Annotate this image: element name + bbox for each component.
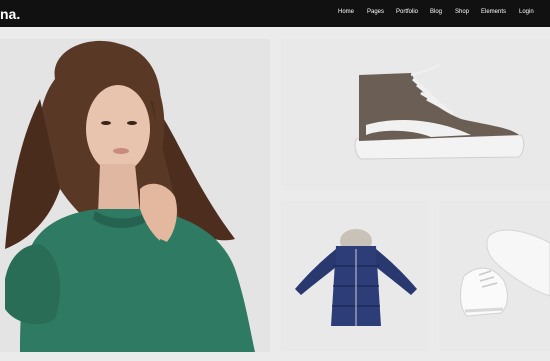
white-sneakers-image: [439, 201, 550, 351]
product-tile-jacket[interactable]: [281, 201, 428, 351]
nav-item-home[interactable]: Home: [338, 9, 354, 15]
nav-item-blog[interactable]: Blog: [430, 9, 442, 15]
nav-item-elements[interactable]: Elements: [481, 9, 506, 15]
model-image: [0, 39, 270, 352]
product-tile-model[interactable]: [0, 39, 270, 352]
nav-item-shop[interactable]: Shop: [455, 9, 469, 15]
product-tile-white-sneakers[interactable]: [439, 201, 550, 351]
main-nav: Home Pages Portfolio Blog Shop Elements …: [0, 9, 550, 21]
nav-item-login[interactable]: Login: [519, 9, 534, 15]
nav-item-portfolio[interactable]: Portfolio: [396, 9, 418, 15]
high-top-sneaker-image: [281, 39, 550, 190]
nav-item-pages[interactable]: Pages: [367, 9, 384, 15]
top-nav-bar: na. Home Pages Portfolio Blog Shop Eleme…: [0, 0, 550, 27]
product-tile-sneaker[interactable]: [281, 39, 550, 190]
navy-puffer-jacket-image: [281, 201, 428, 351]
